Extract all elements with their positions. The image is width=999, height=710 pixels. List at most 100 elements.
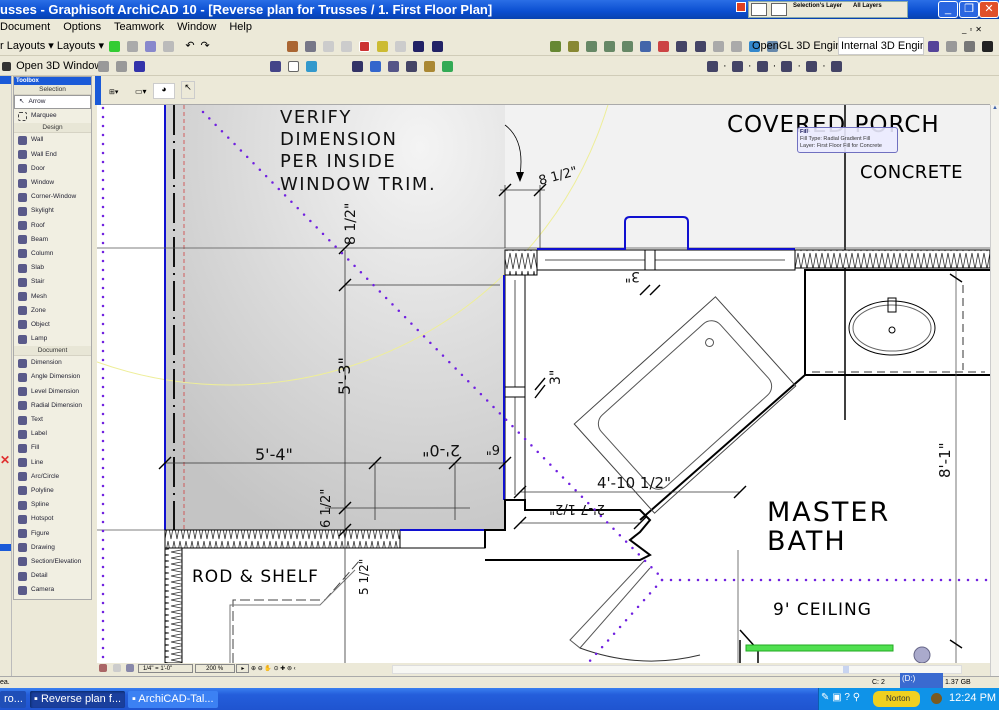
- orbit-icon[interactable]: [98, 60, 109, 72]
- tool-wall-end[interactable]: Wall End: [14, 148, 91, 162]
- tool-door[interactable]: Door: [14, 162, 91, 176]
- detail-icon[interactable]: [694, 40, 706, 52]
- publish-icon[interactable]: [109, 40, 121, 52]
- wall[interactable]: [794, 249, 990, 269]
- redo-icon[interactable]: ↷: [201, 40, 210, 52]
- menu-window[interactable]: Window: [177, 21, 216, 33]
- explore-icon[interactable]: [116, 60, 128, 72]
- clock[interactable]: 12:24 PM: [949, 692, 996, 704]
- frame-icon[interactable]: [388, 60, 400, 72]
- close-button[interactable]: ✕: [979, 1, 999, 18]
- export-icon[interactable]: [442, 60, 454, 72]
- tool-section-elevation[interactable]: Section/Elevation: [14, 555, 91, 569]
- camera-icon[interactable]: [406, 60, 418, 72]
- tool-label[interactable]: Label: [14, 427, 91, 441]
- pick-icon[interactable]: [395, 40, 407, 52]
- eyedropper-icon[interactable]: [413, 40, 425, 52]
- pen-icon[interactable]: ◕: [153, 83, 175, 99]
- restore-button[interactable]: ❐: [959, 1, 979, 18]
- settings-icon[interactable]: [928, 40, 939, 52]
- key-icon[interactable]: [424, 60, 436, 72]
- arrow-icon[interactable]: ↖: [181, 81, 195, 99]
- tool-mesh[interactable]: Mesh: [14, 289, 91, 303]
- tool-beam[interactable]: Beam: [14, 233, 91, 247]
- norton-icon[interactable]: Norton: [873, 691, 920, 707]
- open-3d-window-button[interactable]: Open 3D Window: [16, 60, 102, 72]
- wall[interactable]: [504, 249, 538, 276]
- mic-icon[interactable]: [352, 60, 363, 72]
- tool-marquee[interactable]: Marquee: [14, 109, 91, 123]
- menu-document[interactable]: Document: [0, 21, 50, 33]
- tool-column[interactable]: Column: [14, 247, 91, 261]
- zoom-menu-icon[interactable]: ▸: [236, 663, 250, 673]
- tool-object[interactable]: Object: [14, 318, 91, 332]
- tool-lamp[interactable]: Lamp: [14, 332, 91, 346]
- tool-figure[interactable]: Figure: [14, 526, 91, 540]
- display6-icon[interactable]: [830, 60, 842, 72]
- scroll-thumb[interactable]: [843, 666, 849, 673]
- display4-icon[interactable]: [781, 60, 793, 72]
- vertical-scrollbar[interactable]: ▲: [990, 105, 999, 676]
- menu-teamwork[interactable]: Teamwork: [114, 21, 164, 33]
- tray-icons[interactable]: ✎ ▣ ? ⚲: [821, 692, 860, 703]
- scale-field[interactable]: 1/4" = 1'-0": [138, 663, 194, 673]
- tool-stair[interactable]: Stair: [14, 275, 91, 289]
- effects-icon[interactable]: [964, 40, 976, 52]
- lock-layer-icon[interactable]: [771, 3, 787, 16]
- tool-line[interactable]: Line: [14, 456, 91, 470]
- taskbar-item-archicad[interactable]: ▪ Reverse plan f...: [30, 691, 125, 708]
- tool-detail[interactable]: Detail: [14, 569, 91, 583]
- opengl-engine-label[interactable]: OpenGL 3D Engine: [752, 36, 838, 56]
- display-icon[interactable]: [707, 60, 718, 72]
- magic-wand-icon[interactable]: [377, 40, 389, 52]
- window[interactable]: [399, 529, 486, 549]
- 3d-engine-select[interactable]: Internal 3D Engine: [838, 37, 924, 55]
- orbit-icon[interactable]: [712, 40, 724, 52]
- projection-icon[interactable]: [270, 60, 281, 72]
- tool-fill[interactable]: Fill: [14, 441, 91, 455]
- tool-level-dimension[interactable]: Level Dimension: [14, 385, 91, 399]
- toggle-icon[interactable]: [127, 40, 139, 52]
- undo-icon[interactable]: ↶: [185, 40, 194, 52]
- zoom-field[interactable]: 200 %: [194, 663, 235, 673]
- taskbar-item-browser[interactable]: ▪ ArchiCAD-Tal...: [128, 691, 218, 708]
- tool-arc-circle[interactable]: Arc/Circle: [14, 470, 91, 484]
- tool-window[interactable]: Window: [14, 176, 91, 190]
- tool-dimension[interactable]: Dimension: [14, 356, 91, 370]
- horizontal-scrollbar[interactable]: [392, 665, 962, 674]
- layout-icon[interactable]: [99, 664, 107, 673]
- tool-corner-window[interactable]: Corner-Window: [14, 190, 91, 204]
- perspective-icon[interactable]: [288, 60, 300, 72]
- info-box-grip[interactable]: [95, 76, 101, 105]
- wall[interactable]: [164, 547, 183, 663]
- menu-options[interactable]: Options: [63, 21, 101, 33]
- zoom-icon[interactable]: [730, 40, 742, 52]
- layouts-left-dropdown[interactable]: r Layouts: [0, 40, 45, 52]
- tool-text[interactable]: Text: [14, 413, 91, 427]
- 3d-window-icon[interactable]: [2, 61, 11, 71]
- wall[interactable]: [164, 529, 401, 549]
- highlight-element[interactable]: [745, 644, 894, 652]
- floor-plan-icon[interactable]: [550, 40, 561, 52]
- taskbar-item[interactable]: ro...: [0, 691, 26, 708]
- scroll-up-icon[interactable]: ▲: [991, 105, 999, 114]
- syringe-icon[interactable]: [431, 40, 443, 52]
- elevation-icon[interactable]: [676, 40, 688, 52]
- trace-icon[interactable]: [359, 40, 371, 52]
- tool-wall[interactable]: Wall: [14, 133, 91, 147]
- cut-icon[interactable]: [370, 60, 382, 72]
- house2-icon[interactable]: [604, 40, 616, 52]
- close-icon[interactable]: ✕: [0, 454, 11, 466]
- house-icon[interactable]: [586, 40, 598, 52]
- layouts-dropdown[interactable]: Layouts: [57, 40, 96, 52]
- tray-app-icon[interactable]: [931, 693, 942, 704]
- rectangle-icon[interactable]: ▭▾: [135, 87, 147, 96]
- tool-icon[interactable]: [163, 40, 175, 52]
- layer-icon[interactable]: [287, 40, 298, 52]
- info-icon[interactable]: [640, 40, 652, 52]
- axis-icon[interactable]: [134, 60, 146, 72]
- tool-skylight[interactable]: Skylight: [14, 204, 91, 218]
- geometry-method-icon[interactable]: ⊞▾: [109, 88, 118, 96]
- display2-icon[interactable]: [731, 60, 743, 72]
- group-icon[interactable]: [323, 40, 335, 52]
